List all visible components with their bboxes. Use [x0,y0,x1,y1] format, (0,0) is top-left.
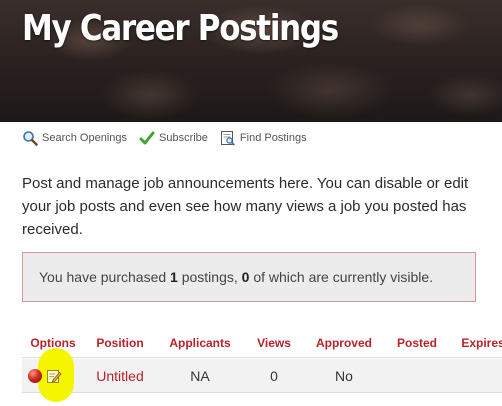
position-link[interactable]: Untitled [84,359,156,393]
header-position[interactable]: Position [84,328,156,358]
purchased-count: 1 [170,269,178,285]
notice-middle: postings, [177,269,242,285]
header-applicants[interactable]: Applicants [156,328,244,358]
visible-count: 0 [241,269,250,285]
intro-text: Post and manage job announcements here. … [22,175,469,238]
page-title: My Career Postings [22,8,339,49]
red-status-dot-icon[interactable] [28,369,42,383]
header-expires[interactable]: Expires [450,328,502,358]
action-toolbar: Search Openings Subscribe Find Postings [22,128,319,148]
postings-table: Options Position Applicants Views Approv… [22,328,502,406]
options-cell [22,348,84,402]
checkmark-icon [139,131,155,145]
header-posted[interactable]: Posted [384,328,450,358]
table-header-row: Options Position Applicants Views Approv… [22,328,502,358]
subscribe-label: Subscribe [159,132,208,144]
hero-banner: My Career Postings [0,0,502,122]
edit-pencil-icon[interactable] [46,368,62,384]
search-openings-link[interactable]: Search Openings [22,130,127,146]
notice-prefix: You have purchased [39,269,171,285]
subscribe-link[interactable]: Subscribe [139,130,208,146]
approved-cell: No [335,368,353,384]
header-views[interactable]: Views [244,328,304,358]
magnifier-icon [23,131,38,146]
search-openings-label: Search Openings [42,132,127,144]
find-document-icon [220,131,235,146]
header-approved[interactable]: Approved [304,328,384,358]
postings-notice: You have purchased 1 postings, 0 of whic… [22,252,476,302]
views-cell: 0 [270,368,278,384]
table-row: Untitled NA 0 No [22,348,502,402]
expires-cell [450,359,502,393]
find-postings-label: Find Postings [239,132,307,144]
find-postings-link[interactable]: Find Postings [220,130,307,146]
applicants-cell: NA [190,368,210,384]
notice-suffix: of which are currently visible. [249,269,434,285]
posted-cell [384,359,450,393]
